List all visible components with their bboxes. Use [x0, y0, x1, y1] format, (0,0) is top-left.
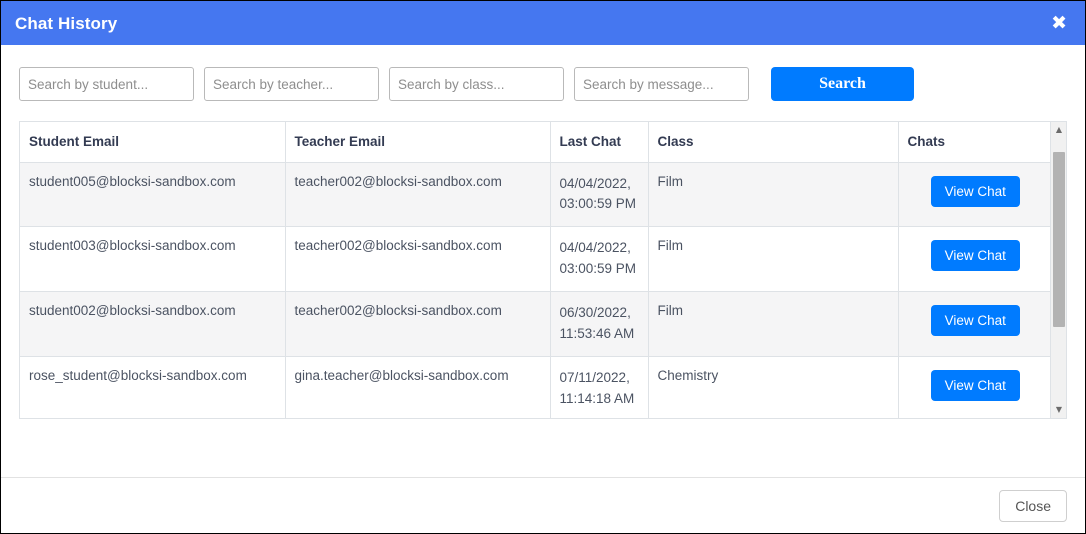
table-row: rose_student@blocksi-sandbox.com gina.te… — [20, 356, 1052, 418]
cell-last-chat: 06/30/2022, 11:53:46 AM — [550, 291, 649, 358]
cell-chats: View Chat — [898, 356, 1052, 418]
cell-chats: View Chat — [898, 226, 1052, 293]
table-body: student005@blocksi-sandbox.com teacher00… — [20, 162, 1052, 418]
scroll-down-arrow-icon[interactable]: ▼ — [1051, 402, 1066, 418]
table-header: Student Email Teacher Email Last Chat Cl… — [20, 122, 1052, 163]
column-header-class[interactable]: Class — [648, 122, 899, 163]
cell-teacher-email: teacher002@blocksi-sandbox.com — [285, 291, 551, 358]
table-row: student003@blocksi-sandbox.com teacher00… — [20, 226, 1052, 293]
view-chat-button[interactable]: View Chat — [930, 305, 1020, 337]
column-header-last-chat[interactable]: Last Chat — [550, 122, 649, 163]
search-message-input[interactable] — [574, 67, 749, 101]
close-x-icon[interactable]: ✖ — [1047, 12, 1071, 35]
last-chat-date: 06/30/2022, — [559, 305, 631, 321]
cell-class: Film — [648, 162, 899, 228]
table-row: student005@blocksi-sandbox.com teacher00… — [20, 162, 1052, 228]
cell-teacher-email: teacher002@blocksi-sandbox.com — [285, 162, 551, 228]
cell-class: Film — [648, 226, 899, 293]
last-chat-date: 04/04/2022, — [559, 175, 631, 191]
cell-class: Film — [648, 291, 899, 358]
cell-teacher-email: gina.teacher@blocksi-sandbox.com — [285, 356, 551, 418]
scroll-up-arrow-icon[interactable]: ▲ — [1051, 122, 1066, 138]
cell-teacher-email: teacher002@blocksi-sandbox.com — [285, 226, 551, 293]
cell-class: Chemistry — [648, 356, 899, 418]
cell-chats: View Chat — [898, 162, 1052, 228]
view-chat-button[interactable]: View Chat — [930, 370, 1020, 402]
cell-last-chat: 04/04/2022, 03:00:59 PM — [550, 162, 649, 228]
cell-last-chat: 04/04/2022, 03:00:59 PM — [550, 226, 649, 293]
search-teacher-input[interactable] — [204, 67, 379, 101]
modal-title: Chat History — [15, 13, 118, 33]
last-chat-time: 11:14:18 AM — [559, 390, 635, 406]
column-header-teacher-email[interactable]: Teacher Email — [285, 122, 551, 163]
last-chat-date: 07/11/2022, — [559, 370, 630, 386]
scrollbar-thumb[interactable] — [1053, 152, 1065, 327]
modal-footer: Close — [1, 477, 1085, 533]
close-button[interactable]: Close — [999, 489, 1067, 522]
view-chat-button[interactable]: View Chat — [930, 175, 1020, 207]
column-header-student-email[interactable]: Student Email — [20, 122, 286, 163]
search-button[interactable]: Search — [771, 67, 914, 101]
last-chat-time: 11:53:46 AM — [559, 326, 635, 342]
cell-last-chat: 07/11/2022, 11:14:18 AM — [550, 356, 649, 418]
last-chat-time: 03:00:59 PM — [559, 196, 637, 212]
cell-student-email: student003@blocksi-sandbox.com — [20, 226, 286, 293]
modal-body: Search Student Email Teacher Email Last … — [1, 45, 1085, 479]
search-student-input[interactable] — [19, 67, 194, 101]
search-toolbar: Search — [19, 67, 1067, 101]
modal-header: Chat History ✖ — [1, 1, 1085, 45]
table-row: student002@blocksi-sandbox.com teacher00… — [20, 291, 1052, 358]
last-chat-time: 03:00:59 PM — [559, 261, 637, 277]
last-chat-date: 04/04/2022, — [559, 240, 631, 256]
chat-history-table: Student Email Teacher Email Last Chat Cl… — [20, 122, 1052, 418]
column-header-chats[interactable]: Chats — [898, 122, 1052, 163]
cell-student-email: rose_student@blocksi-sandbox.com — [20, 356, 286, 418]
table-vertical-scrollbar[interactable]: ▲ ▼ — [1050, 122, 1066, 418]
view-chat-button[interactable]: View Chat — [930, 240, 1020, 272]
chat-history-modal: Chat History ✖ Search Student Email Teac… — [0, 0, 1086, 534]
chat-history-table-container: Student Email Teacher Email Last Chat Cl… — [19, 121, 1067, 419]
table-header-row: Student Email Teacher Email Last Chat Cl… — [20, 122, 1052, 163]
search-class-input[interactable] — [389, 67, 564, 101]
cell-student-email: student005@blocksi-sandbox.com — [20, 162, 286, 228]
cell-student-email: student002@blocksi-sandbox.com — [20, 291, 286, 358]
cell-chats: View Chat — [898, 291, 1052, 358]
